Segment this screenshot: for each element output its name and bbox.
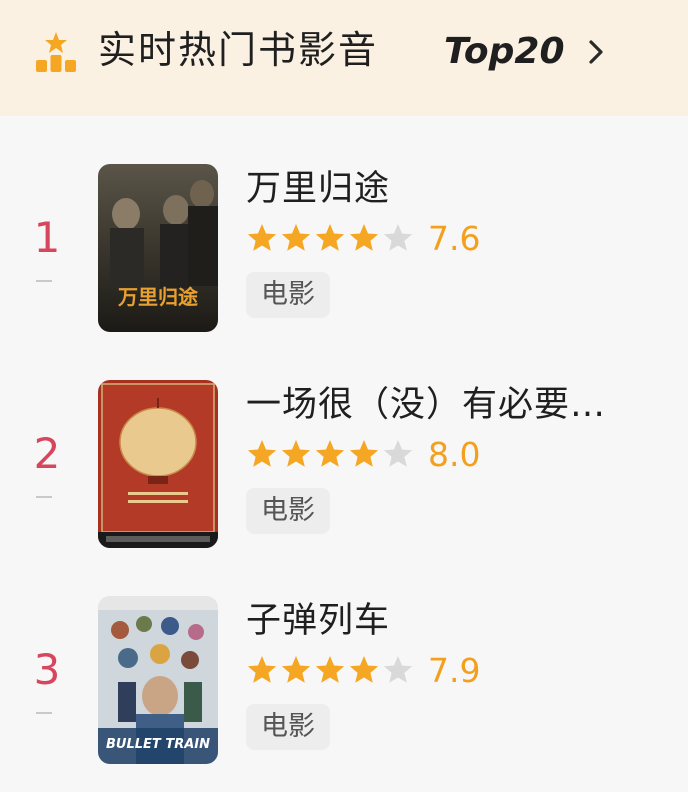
item-title[interactable]: 一场很（没）有必要… [246, 382, 606, 428]
star-icon [247, 224, 277, 251]
list-item[interactable]: 1 万里归途 万里归途 7.6 电影 [0, 160, 688, 360]
item-score: 8.0 [428, 435, 481, 474]
rank-number: 1 [33, 213, 61, 262]
star-icon [349, 440, 379, 467]
item-title[interactable]: 子弹列车 [246, 598, 390, 644]
rank-number: 3 [33, 645, 61, 694]
rank-change-indicator [36, 280, 52, 282]
star-empty-icon [383, 656, 413, 683]
rank-number: 2 [33, 429, 61, 478]
list-item[interactable]: 3 BULLET TRAIN 子弹列车 7.9 电影 [0, 592, 688, 792]
star-icon [315, 224, 345, 251]
star-icon [349, 656, 379, 683]
category-tag[interactable]: 电影 [246, 704, 330, 750]
poster-title-text: BULLET TRAIN [106, 737, 210, 752]
rank-change-indicator [36, 712, 52, 714]
section-suffix: Top20 [444, 31, 565, 72]
star-rating [246, 222, 414, 254]
section-header[interactable]: 实时热门书影音 Top20 [0, 0, 688, 116]
rank-change-indicator [36, 496, 52, 498]
item-score: 7.9 [428, 651, 481, 690]
star-icon [281, 224, 311, 251]
star-icon [247, 440, 277, 467]
category-tag[interactable]: 电影 [246, 272, 330, 318]
category-tag[interactable]: 电影 [246, 488, 330, 534]
movie-poster[interactable]: BULLET TRAIN [98, 596, 218, 764]
movie-poster[interactable]: 万里归途 [98, 164, 218, 332]
item-title[interactable]: 万里归途 [246, 166, 390, 212]
star-icon [281, 656, 311, 683]
star-rating [246, 654, 414, 686]
section-title: 实时热门书影音 [98, 28, 379, 72]
star-icon [349, 224, 379, 251]
item-score: 7.6 [428, 219, 481, 258]
star-icon [247, 656, 277, 683]
star-empty-icon [383, 440, 413, 467]
star-empty-icon [383, 224, 413, 251]
movie-poster[interactable] [98, 380, 218, 548]
ranking-list: 1 万里归途 万里归途 7.6 电影 2 一场很（没）有必要… 8.0 电影 3… [0, 116, 688, 772]
star-icon [315, 440, 345, 467]
star-rating [246, 438, 414, 470]
poster-title-text: 万里归途 [117, 285, 199, 309]
list-item[interactable]: 2 一场很（没）有必要… 8.0 电影 [0, 376, 688, 576]
ranking-bars-star-icon [36, 32, 76, 72]
star-icon [281, 440, 311, 467]
star-icon [315, 656, 345, 683]
chevron-right-icon[interactable] [584, 36, 608, 68]
